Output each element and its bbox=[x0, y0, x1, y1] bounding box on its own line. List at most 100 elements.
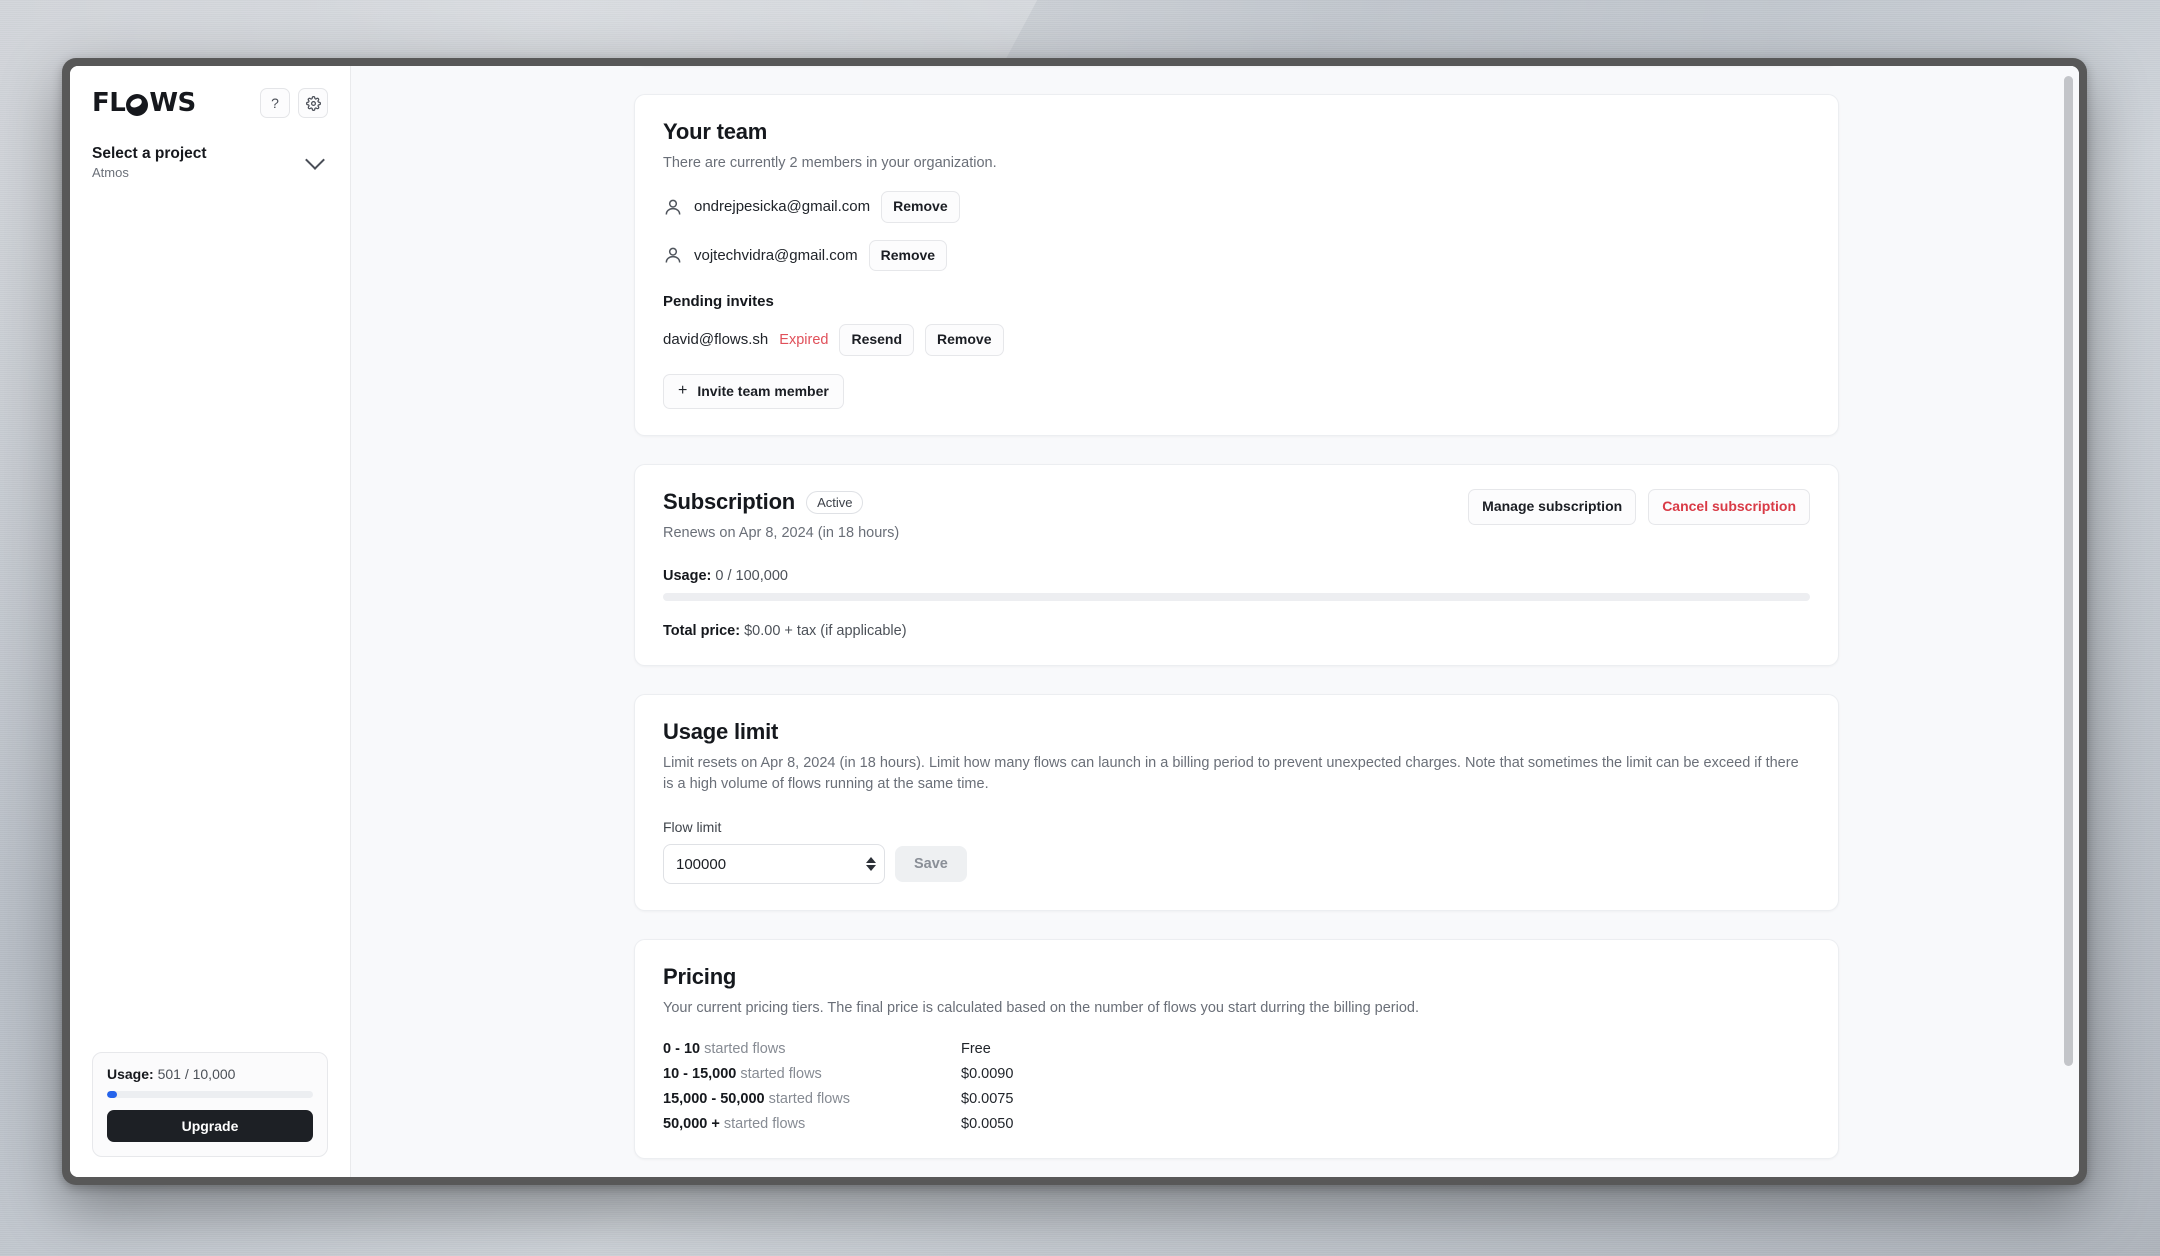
pending-invite-status: Expired bbox=[779, 331, 829, 348]
project-selector[interactable]: Select a project Atmos bbox=[92, 144, 328, 182]
pending-invite-email: david@flows.sh bbox=[663, 331, 769, 349]
subscription-header: Subscription Active Renews on Apr 8, 202… bbox=[663, 489, 1810, 544]
remove-member-button[interactable]: Remove bbox=[881, 191, 960, 223]
flows-logo: FL WS bbox=[92, 88, 196, 118]
project-selector-subtitle: Atmos bbox=[92, 165, 129, 181]
tier-unit: started flows bbox=[740, 1066, 822, 1083]
tier-unit: started flows bbox=[768, 1091, 851, 1108]
cancel-subscription-button[interactable]: Cancel subscription bbox=[1648, 489, 1810, 525]
table-row: 50,000 + started flows $0.0050 bbox=[663, 1116, 1810, 1132]
tier-range-cell: 10 - 15,000 started flows bbox=[663, 1066, 961, 1082]
pricing-title: Pricing bbox=[663, 964, 737, 990]
quantity-stepper[interactable] bbox=[866, 857, 876, 872]
tier-unit: started flows bbox=[723, 1116, 806, 1133]
usage-limit-title: Usage limit bbox=[663, 719, 779, 745]
invite-team-member-label: Invite team member bbox=[697, 382, 829, 399]
pending-invites-title: Pending invites bbox=[663, 293, 774, 311]
tier-unit: started flows bbox=[704, 1041, 786, 1058]
team-member-row: ondrejpesicka@gmail.com Remove bbox=[663, 191, 1810, 223]
save-button[interactable]: Save bbox=[895, 846, 967, 883]
invite-team-member-button[interactable]: + Invite team member bbox=[663, 373, 844, 410]
subscription-title: Subscription bbox=[663, 489, 796, 515]
sidebar-usage-value: 501 / 10,000 bbox=[157, 1066, 236, 1082]
help-button[interactable]: ? bbox=[260, 88, 290, 118]
tier-range-value: 0 - 10 bbox=[663, 1041, 701, 1058]
flow-limit-label: Flow limit bbox=[663, 819, 722, 836]
logo-text-end: WS bbox=[149, 88, 196, 118]
total-price-label: Total price: bbox=[663, 623, 741, 640]
subscription-renews: Renews on Apr 8, 2024 (in 18 hours) bbox=[663, 525, 900, 542]
flow-limit-input[interactable] bbox=[676, 855, 826, 873]
upgrade-button[interactable]: Upgrade bbox=[107, 1110, 313, 1142]
subscription-header-left: Subscription Active Renews on Apr 8, 202… bbox=[663, 489, 899, 544]
total-price-value: $0.00 + tax (if applicable) bbox=[744, 623, 907, 640]
pricing-description: Your current pricing tiers. The final pr… bbox=[663, 1000, 1420, 1017]
table-row: 0 - 10 started flows Free bbox=[663, 1041, 1810, 1057]
tier-price-cell: $0.0050 bbox=[961, 1116, 1014, 1133]
project-selector-text: Select a project Atmos bbox=[92, 144, 207, 182]
user-icon bbox=[665, 247, 681, 263]
team-member-email: ondrejpesicka@gmail.com bbox=[694, 198, 871, 216]
settings-scroll-area[interactable]: Your team There are currently 2 members … bbox=[351, 66, 2079, 1177]
plus-icon: + bbox=[678, 382, 688, 400]
sidebar-usage-label: Usage: bbox=[107, 1066, 154, 1082]
subscription-card: Subscription Active Renews on Apr 8, 202… bbox=[634, 464, 1839, 667]
sidebar: FL WS ? Select a project Atmos Usage: 50… bbox=[70, 66, 351, 1177]
tier-price-cell: $0.0090 bbox=[961, 1066, 1014, 1083]
tier-price-cell: $0.0075 bbox=[961, 1091, 1014, 1108]
app-window: FL WS ? Select a project Atmos Usage: 50… bbox=[62, 58, 2087, 1185]
resend-invite-button[interactable]: Resend bbox=[839, 324, 915, 356]
subscription-usage-line: Usage: 0 / 100,000 bbox=[663, 568, 1810, 584]
tier-range-value: 15,000 - 50,000 bbox=[663, 1091, 765, 1108]
gear-icon bbox=[305, 95, 321, 111]
pricing-card: Pricing Your current pricing tiers. The … bbox=[634, 939, 1839, 1160]
sidebar-usage-bar bbox=[107, 1091, 313, 1098]
subscription-usage-value: 0 / 100,000 bbox=[715, 568, 788, 585]
team-card: Your team There are currently 2 members … bbox=[634, 94, 1839, 437]
table-row: 10 - 15,000 started flows $0.0090 bbox=[663, 1066, 1810, 1082]
subscription-usage-label: Usage: bbox=[663, 568, 712, 585]
pricing-tier-table: 0 - 10 started flows Free 10 - 15,000 st… bbox=[663, 1041, 1810, 1132]
tier-price-cell: Free bbox=[961, 1041, 991, 1058]
usage-limit-card: Usage limit Limit resets on Apr 8, 2024 … bbox=[634, 694, 1839, 912]
team-member-email: vojtechvidra@gmail.com bbox=[694, 246, 858, 264]
tier-range-cell: 0 - 10 started flows bbox=[663, 1041, 961, 1057]
project-selector-title: Select a project bbox=[92, 145, 207, 162]
settings-column: Your team There are currently 2 members … bbox=[634, 66, 1839, 1177]
manage-subscription-button[interactable]: Manage subscription bbox=[1468, 489, 1637, 525]
usage-limit-description: Limit resets on Apr 8, 2024 (in 18 hours… bbox=[663, 755, 1799, 793]
remove-invite-button[interactable]: Remove bbox=[925, 324, 1004, 356]
team-subtitle: There are currently 2 members in your or… bbox=[663, 155, 997, 171]
remove-member-button[interactable]: Remove bbox=[868, 239, 948, 272]
question-mark-icon: ? bbox=[271, 95, 279, 111]
subscription-actions: Manage subscription Cancel subscription bbox=[1468, 489, 1810, 525]
team-title: Your team bbox=[663, 119, 768, 144]
stepper-up-icon[interactable] bbox=[866, 857, 876, 864]
sidebar-usage-card: Usage: 501 / 10,000 Upgrade bbox=[92, 1052, 328, 1157]
tier-range-value: 10 - 15,000 bbox=[663, 1066, 737, 1083]
logo-text-start: FL bbox=[92, 88, 126, 118]
stepper-down-icon[interactable] bbox=[866, 865, 876, 872]
logo-o-icon bbox=[126, 94, 149, 116]
subscription-title-row: Subscription Active bbox=[663, 489, 899, 515]
main-content: Your team There are currently 2 members … bbox=[351, 66, 2079, 1177]
subscription-usage-bar bbox=[663, 593, 1810, 602]
flow-limit-input-wrapper[interactable] bbox=[663, 844, 885, 885]
settings-button[interactable] bbox=[298, 88, 328, 118]
team-member-row: vojtechvidra@gmail.com Remove bbox=[663, 239, 1810, 272]
chevron-down-icon bbox=[305, 149, 325, 170]
tier-range-value: 50,000 + bbox=[663, 1116, 720, 1133]
flow-limit-row: Save bbox=[663, 844, 1810, 885]
user-icon bbox=[665, 199, 681, 215]
table-row: 15,000 - 50,000 started flows $0.0075 bbox=[663, 1091, 1810, 1107]
sidebar-header-actions: ? bbox=[260, 88, 328, 118]
tier-range-cell: 15,000 - 50,000 started flows bbox=[663, 1091, 961, 1107]
status-badge: Active bbox=[806, 490, 864, 514]
app-window-content: FL WS ? Select a project Atmos Usage: 50… bbox=[70, 66, 2079, 1177]
sidebar-header: FL WS ? bbox=[92, 88, 328, 118]
subscription-total-price-line: Total price: $0.00 + tax (if applicable) bbox=[663, 623, 1810, 639]
pending-invite-row: david@flows.sh Expired Resend Remove bbox=[663, 324, 1810, 356]
tier-range-cell: 50,000 + started flows bbox=[663, 1116, 961, 1132]
sidebar-usage-line: Usage: 501 / 10,000 bbox=[107, 1066, 313, 1082]
